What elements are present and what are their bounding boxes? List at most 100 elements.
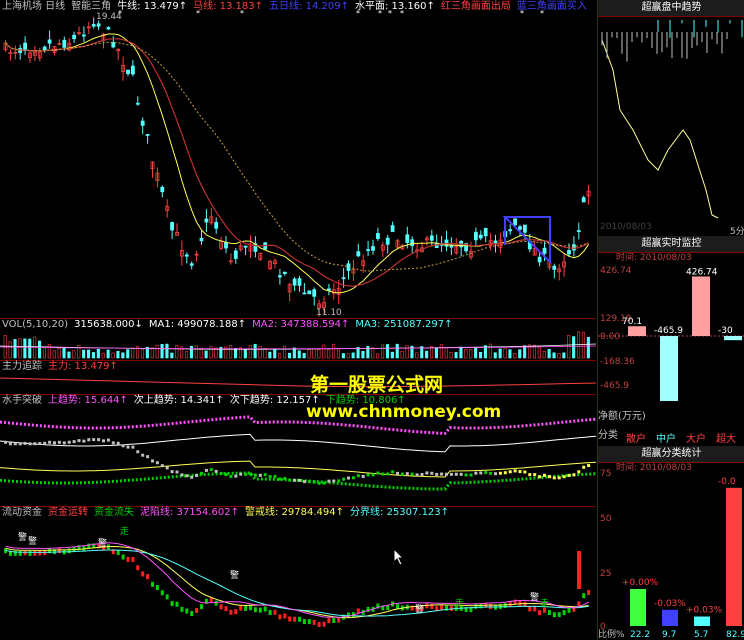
trend-panel[interactable]: 超赢盘中趋势 2010/08/03 5分: [597, 0, 744, 237]
trend-date: 2010/08/03: [600, 222, 652, 232]
price-panel[interactable]: * * * * * * * * * 上海机场 日线 智能三角 牛线: 13.479↑ 马线: 13.1…: [0, 0, 596, 319]
trend-dot: [572, 473, 576, 477]
sub-upper-trend: [0, 433, 596, 453]
volume-bar: [371, 347, 375, 359]
trend-dot: [474, 471, 478, 475]
trend-dot: [386, 472, 390, 476]
trend-dot: [396, 471, 399, 475]
volume-bar: [106, 349, 110, 359]
trend-dot: [288, 478, 292, 482]
upper-trend: [0, 415, 596, 435]
candle: [204, 218, 209, 223]
candle: [523, 224, 527, 233]
volume-bar: [493, 352, 497, 359]
trend-dot: [175, 470, 179, 474]
money-flow-bar: [28, 550, 32, 556]
shuishou-panel[interactable]: 水手突破 上趋势: 15.644↑ 次上趋势: 14.341↑ 次下趋势: 12.15…: [0, 394, 596, 507]
monitor-panel[interactable]: 超赢实时监控 时间: 2010/08/03 426.74 129.19 0.00 -1…: [597, 236, 744, 446]
stats-bar-value: 9.7: [662, 630, 676, 639]
money-flow-bar: [67, 548, 71, 554]
liudong-header-item-1: 资金运转: [48, 507, 88, 518]
trend-chart[interactable]: [598, 0, 744, 236]
monitor-bar-label: 426.74: [686, 267, 718, 277]
money-flow-bar: [312, 619, 316, 625]
volume-bar: [165, 343, 169, 359]
volume-panel[interactable]: VOL(5,10,20) 315638.000↓ MA1: 499078.188↑ M…: [0, 318, 596, 361]
volume-bar: [302, 352, 306, 359]
sub-lower-trend: [0, 460, 596, 478]
trend-dot: [332, 479, 336, 483]
shuishou-chart[interactable]: [0, 394, 596, 506]
volume-bar: [194, 345, 198, 359]
zhuli-header-item-1: 主力: 13.479↑: [48, 361, 118, 372]
money-flow-bar: [283, 613, 287, 619]
volume-bar: [415, 352, 419, 359]
liudong-chart[interactable]: 警警警走警警走警走: [0, 506, 596, 638]
trend-dot: [587, 464, 591, 468]
volume-bar: [42, 347, 47, 359]
candle: [542, 247, 547, 254]
trend-dot: [283, 477, 287, 481]
trend-dot: [337, 479, 341, 483]
money-flow-bar: [116, 549, 120, 555]
candle: [297, 278, 302, 286]
money-flow-bar: [307, 619, 311, 625]
money-flow-bar: [474, 603, 478, 609]
trend-dot: [116, 441, 120, 445]
money-flow-bar: [121, 554, 125, 560]
liudong-mark: 警: [98, 537, 107, 549]
volume-bar: [327, 349, 331, 359]
volume-bar: [518, 349, 522, 359]
money-flow-bar: [268, 610, 272, 616]
trend-dot: [249, 472, 252, 476]
trend-dot: [23, 441, 27, 445]
liudong-panel[interactable]: 警警警走警警走警走 流动资金 资金运转 资金流失 泥陷线: 37154.602↑ 警戒线…: [0, 506, 596, 638]
candle: [282, 271, 287, 274]
trend-dot: [538, 475, 542, 479]
zhuli-panel[interactable]: 主力追踪 主力: 13.479↑: [0, 360, 596, 395]
liudong-mark: 警: [18, 531, 27, 543]
trend-dot: [400, 472, 404, 476]
price-chart[interactable]: * * * * * * * * *: [0, 0, 596, 318]
money-flow-bar: [141, 571, 145, 577]
stats-footer: 比例%: [598, 630, 625, 640]
stats-bar: [630, 589, 646, 626]
trend-dot: [533, 473, 537, 477]
volume-bar: [282, 345, 287, 359]
trend-dot: [464, 473, 468, 477]
money-flow-bar: [38, 550, 42, 556]
volume-bar: [185, 351, 189, 359]
monitor-bar-label: 70.1: [622, 317, 642, 327]
monitor-bar: [692, 276, 710, 336]
trend-dot: [543, 473, 546, 477]
volume-bar: [385, 344, 390, 359]
money-flow-bar: [288, 616, 292, 622]
trend-dot: [445, 472, 448, 476]
money-flow-bar: [146, 574, 150, 580]
money-flow-bar: [234, 609, 238, 615]
zhuli-header-item-0: 主力追踪: [2, 361, 42, 372]
stats-chart[interactable]: 7550250+0.00%22.2-0.03%9.7+0.03%5.7-0.08…: [598, 446, 744, 639]
volume-bar: [258, 346, 262, 359]
volume-bar: [537, 346, 541, 359]
trend-dot: [503, 471, 507, 475]
candle: [184, 254, 189, 257]
stats-panel[interactable]: 超赢分类统计 时间: 2010/08/03 75 50 25 0 +0.00% 22.2-…: [597, 446, 744, 640]
money-flow-bar: [131, 556, 135, 562]
trend-dot: [72, 440, 76, 444]
volume-bar: [376, 353, 380, 359]
trend-dot: [155, 461, 159, 465]
trend-dot: [111, 441, 115, 445]
volume-bar: [278, 353, 282, 359]
volume-bar: [454, 352, 458, 359]
money-flow-bar: [165, 594, 169, 600]
money-flow-bar: [160, 590, 164, 596]
money-flow-bar: [327, 618, 331, 624]
money-flow-bar: [249, 605, 252, 611]
volume-bar: [586, 336, 590, 359]
money-flow-bar: [23, 550, 27, 556]
trend-dot: [82, 439, 86, 443]
candle: [312, 289, 317, 297]
candle: [224, 242, 228, 249]
volume-bar: [91, 352, 95, 359]
